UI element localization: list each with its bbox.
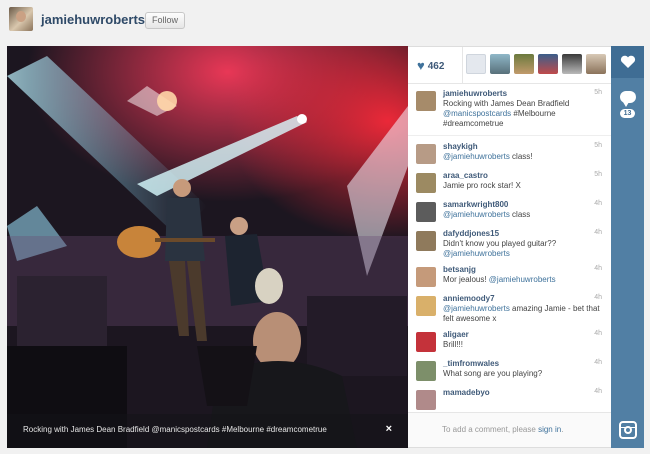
- comment-time: 4h: [594, 294, 602, 301]
- close-icon[interactable]: ×: [386, 423, 392, 435]
- comment-username[interactable]: shaykigh: [443, 142, 603, 152]
- comment-username[interactable]: _timfromwales: [443, 359, 603, 369]
- comment-time: 5h: [594, 89, 602, 96]
- sign-in-link[interactable]: sign in: [538, 425, 561, 434]
- comment-time: 5h: [594, 171, 602, 178]
- comment-avatar[interactable]: [416, 231, 436, 251]
- mention-link[interactable]: @jamiehuwroberts: [489, 275, 556, 284]
- action-strip: 13: [611, 46, 644, 448]
- divider: [462, 47, 463, 83]
- comment-avatar[interactable]: [416, 361, 436, 381]
- comment-time: 4h: [594, 265, 602, 272]
- comment-avatar[interactable]: [416, 144, 436, 164]
- comment-avatar[interactable]: [416, 91, 436, 111]
- comment-username[interactable]: mamadebyo: [443, 388, 603, 398]
- liker-avatar[interactable]: [586, 54, 606, 74]
- likes-row: ♥ 462: [408, 47, 611, 84]
- comment-avatar[interactable]: [416, 332, 436, 352]
- comment-time: 4h: [594, 359, 602, 366]
- liker-avatar[interactable]: [466, 54, 486, 74]
- mention-link[interactable]: @jamiehuwroberts: [443, 152, 510, 161]
- instagram-button[interactable]: [611, 414, 644, 446]
- comment-item: jamiehuwroberts Rocking with James Dean …: [408, 85, 611, 136]
- comment-item: shaykigh @jamiehuwroberts class! 5h: [408, 138, 611, 167]
- comment-time: 4h: [594, 200, 602, 207]
- liker-avatar[interactable]: [562, 54, 582, 74]
- comment-text: Mor jealous! @jamiehuwroberts: [443, 275, 556, 284]
- liker-avatar[interactable]: [514, 54, 534, 74]
- comment-list[interactable]: jamiehuwroberts Rocking with James Dean …: [408, 85, 611, 414]
- comment-button[interactable]: 13: [611, 82, 644, 126]
- comment-time: 5h: [594, 142, 602, 149]
- avatar[interactable]: [9, 7, 33, 31]
- mention-link[interactable]: @jamiehuwroberts: [443, 210, 510, 219]
- comment-bubble-icon: [619, 90, 636, 107]
- mention-link[interactable]: @jamiehuwroberts: [443, 304, 510, 313]
- comment-text: Jamie pro rock star! X: [443, 181, 521, 190]
- comment-username[interactable]: samarkwright800: [443, 200, 603, 210]
- comment-time: 4h: [594, 330, 602, 337]
- profile-header: jamiehuwroberts Follow: [0, 0, 650, 40]
- comment-item: betsanjg Mor jealous! @jamiehuwroberts 4…: [408, 261, 611, 290]
- comment-avatar[interactable]: [416, 267, 436, 287]
- comment-text: Rocking with James Dean Bradfield @manic…: [443, 99, 570, 128]
- comment-count-badge: 13: [619, 108, 636, 118]
- comments-panel: ♥ 462 jamiehuwroberts Rocking with James …: [408, 46, 611, 448]
- comment-item: mamadebyo 4h: [408, 384, 611, 413]
- comment-item: dafyddjones15 Didn't know you played gui…: [408, 225, 611, 261]
- photo-caption: Rocking with James Dean Bradfield @manic…: [23, 425, 327, 434]
- comment-item: _timfromwales What song are you playing?…: [408, 355, 611, 384]
- comment-time: 4h: [594, 388, 602, 395]
- comment-username[interactable]: araa_castro: [443, 171, 603, 181]
- comment-username[interactable]: aligaer: [443, 330, 603, 340]
- comment-item: anniemoody7 @jamiehuwroberts amazing Jam…: [408, 290, 611, 326]
- comment-username[interactable]: dafyddjones15: [443, 229, 603, 239]
- comment-text: Brill!!!: [443, 340, 463, 349]
- comment-text: @jamiehuwroberts amazing Jamie - bet tha…: [443, 304, 600, 323]
- likes-count-value: 462: [427, 61, 445, 72]
- heart-icon: [620, 55, 635, 68]
- liker-avatar[interactable]: [538, 54, 558, 74]
- heart-icon: ♥: [417, 58, 425, 73]
- post-photo[interactable]: Rocking with James Dean Bradfield @manic…: [7, 46, 408, 448]
- liker-avatar[interactable]: [490, 54, 510, 74]
- profile-username[interactable]: jamiehuwroberts: [41, 12, 145, 27]
- comment-username[interactable]: jamiehuwroberts: [443, 89, 603, 99]
- mention-link[interactable]: @jamiehuwroberts: [443, 249, 510, 258]
- comment-item: samarkwright800 @jamiehuwroberts class 4…: [408, 196, 611, 225]
- comment-text: What song are you playing?: [443, 369, 543, 378]
- comment-avatar[interactable]: [416, 390, 436, 410]
- comment-text: @jamiehuwroberts class!: [443, 152, 533, 161]
- caption-bar: Rocking with James Dean Bradfield @manic…: [7, 414, 408, 448]
- comment-avatar[interactable]: [416, 202, 436, 222]
- concert-image: [7, 46, 408, 448]
- comment-item: aligaer Brill!!! 4h: [408, 326, 611, 355]
- comment-item: araa_castro Jamie pro rock star! X 5h: [408, 167, 611, 196]
- comment-username[interactable]: betsanjg: [443, 265, 603, 275]
- like-button[interactable]: [611, 46, 644, 78]
- add-comment-prompt: To add a comment, please sign in.: [442, 425, 564, 434]
- add-comment-bar: To add a comment, please sign in.: [408, 412, 611, 447]
- comment-text: Didn't know you played guitar?? @jamiehu…: [443, 239, 557, 258]
- comment-avatar[interactable]: [416, 296, 436, 316]
- follow-button[interactable]: Follow: [145, 12, 186, 29]
- mention-link[interactable]: @manicspostcards: [443, 109, 511, 118]
- likes-count[interactable]: ♥ 462: [417, 58, 444, 73]
- comment-avatar[interactable]: [416, 173, 436, 193]
- comment-time: 4h: [594, 229, 602, 236]
- comment-text: @jamiehuwroberts class: [443, 210, 531, 219]
- comment-username[interactable]: anniemoody7: [443, 294, 603, 304]
- instagram-icon: [618, 421, 637, 439]
